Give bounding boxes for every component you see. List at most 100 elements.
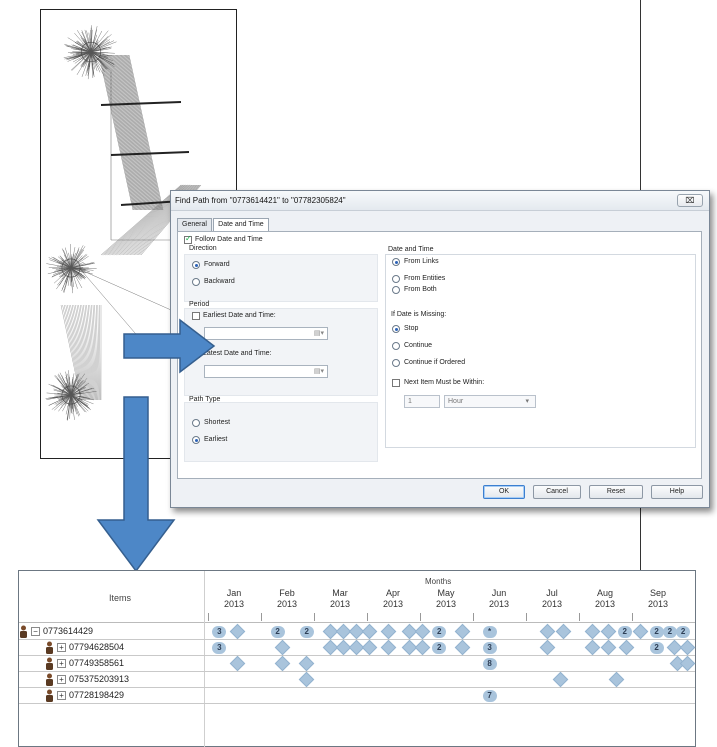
event-cluster-marker[interactable]: 2: [649, 642, 664, 654]
event-cluster-marker[interactable]: 3: [212, 626, 227, 638]
close-icon[interactable]: ⌧: [677, 194, 703, 207]
graph-edge: [110, 54, 146, 211]
chevron-down-icon: ▾: [525, 398, 529, 405]
months-header: Months: [425, 577, 452, 586]
graph-edge: [123, 54, 158, 211]
event-cluster-marker[interactable]: 8: [482, 658, 497, 670]
down-arrow-icon: [96, 396, 176, 573]
tab-general[interactable]: General: [177, 218, 212, 231]
event-cluster-marker[interactable]: *: [482, 626, 497, 638]
month-label: Sep 2013: [638, 588, 678, 610]
path-type-group: [184, 402, 378, 462]
timeline-row[interactable]: +07728198429: [19, 688, 695, 704]
next-item-checkbox[interactable]: [392, 379, 400, 387]
graph-edge: [114, 54, 149, 211]
event-cluster-marker[interactable]: 2: [299, 626, 314, 638]
ok-button[interactable]: OK: [483, 485, 525, 499]
event-cluster-marker[interactable]: 2: [617, 626, 632, 638]
tab-date-and-time[interactable]: Date and Time: [213, 218, 269, 232]
graph-edge: [114, 54, 150, 211]
graph-edge: [109, 54, 144, 211]
graph-edge: [101, 54, 137, 211]
radio-from-links[interactable]: [392, 258, 400, 266]
row-label: 07728198429: [69, 690, 125, 700]
graph-edge: [115, 54, 151, 211]
timeline-row[interactable]: +075375203913: [19, 672, 695, 688]
radio-backward[interactable]: [192, 278, 200, 286]
event-cluster-marker[interactable]: 2: [662, 626, 677, 638]
person-icon: [20, 625, 27, 638]
event-cluster-marker[interactable]: 2: [432, 626, 447, 638]
calendar-dropdown-icon[interactable]: ▤▾: [314, 329, 324, 337]
row-label: 0773614429: [43, 626, 94, 636]
row-label: 075375203913: [69, 674, 130, 684]
month-tick: [526, 613, 527, 621]
radio-continue-if-ordered[interactable]: [392, 359, 400, 367]
event-cluster-marker[interactable]: 2: [270, 626, 285, 638]
next-item-unit-select[interactable]: Hour ▾: [444, 395, 536, 408]
collapse-icon[interactable]: −: [31, 627, 40, 636]
graph-edge: [118, 54, 153, 211]
dialog-tabs: General Date and Time: [177, 218, 269, 232]
timeline-row[interactable]: +07749358561: [19, 656, 695, 672]
event-cluster-marker[interactable]: 2: [676, 626, 691, 638]
earliest-date-field[interactable]: ▤▾: [204, 327, 328, 340]
graph-edge: [119, 54, 155, 211]
next-item-label: Next Item Must be Within:: [404, 379, 485, 386]
forward-label: Forward: [204, 261, 230, 268]
direction-title: Direction: [189, 245, 217, 252]
calendar-dropdown-icon[interactable]: ▤▾: [314, 367, 324, 375]
graph-edge: [99, 304, 101, 401]
graph-edge: [124, 54, 160, 211]
month-label: Aug 2013: [585, 588, 625, 610]
event-cluster-marker[interactable]: 3: [212, 642, 227, 654]
latest-date-field[interactable]: ▤▾: [204, 365, 328, 378]
items-header: Items: [109, 593, 132, 603]
graph-edge: [108, 54, 143, 211]
month-name: Sep: [649, 588, 666, 598]
backward-label: Backward: [204, 278, 235, 285]
radio-earliest[interactable]: [192, 436, 200, 444]
event-cluster-marker[interactable]: 7: [482, 690, 497, 702]
graph-edge: [81, 304, 92, 401]
graph-edge: [125, 54, 161, 211]
path-type-title: Path Type: [189, 396, 221, 403]
expand-icon[interactable]: +: [57, 691, 66, 700]
month-label: Apr 2013: [373, 588, 413, 610]
radio-from-entities[interactable]: [392, 275, 400, 283]
radio-forward[interactable]: [192, 261, 200, 269]
from-links-label: From Links: [404, 258, 439, 265]
graph-edge: [104, 54, 139, 211]
expand-icon[interactable]: +: [57, 643, 66, 652]
radio-from-both[interactable]: [392, 286, 400, 294]
from-both-label: From Both: [404, 286, 437, 293]
month-label: Jun 2013: [479, 588, 519, 610]
period-title: Period: [189, 301, 210, 308]
month-name: Jul: [546, 588, 558, 598]
help-button[interactable]: Help: [651, 485, 703, 499]
date-and-time-group: [385, 254, 696, 448]
stop-label: Stop: [404, 325, 419, 332]
event-cluster-marker[interactable]: 3: [482, 642, 497, 654]
continue-label: Continue: [404, 342, 433, 349]
follow-date-time-checkbox[interactable]: [184, 234, 192, 244]
month-year: 2013: [647, 599, 669, 609]
expand-icon[interactable]: +: [57, 659, 66, 668]
reset-button[interactable]: Reset: [589, 485, 643, 499]
next-item-value[interactable]: 1: [404, 395, 440, 408]
if-missing-title: If Date is Missing:: [391, 311, 447, 318]
expand-icon[interactable]: +: [57, 675, 66, 684]
timeline-panel: Items Months Jan 2013 Feb 2013 Mar 2013 Apr 201…: [18, 570, 696, 747]
radio-continue[interactable]: [392, 342, 400, 350]
follow-date-time-label: Follow Date and Time: [195, 236, 263, 243]
month-tick: [420, 613, 421, 621]
month-year: 2013: [329, 599, 351, 609]
event-cluster-marker[interactable]: 2: [432, 642, 447, 654]
person-icon: [46, 657, 53, 670]
radio-shortest[interactable]: [192, 419, 200, 427]
radio-stop[interactable]: [392, 325, 400, 333]
cancel-button[interactable]: Cancel: [533, 485, 581, 499]
earliest-label: Earliest: [204, 436, 228, 443]
month-year: 2013: [382, 599, 404, 609]
event-cluster-marker[interactable]: 2: [649, 626, 664, 638]
